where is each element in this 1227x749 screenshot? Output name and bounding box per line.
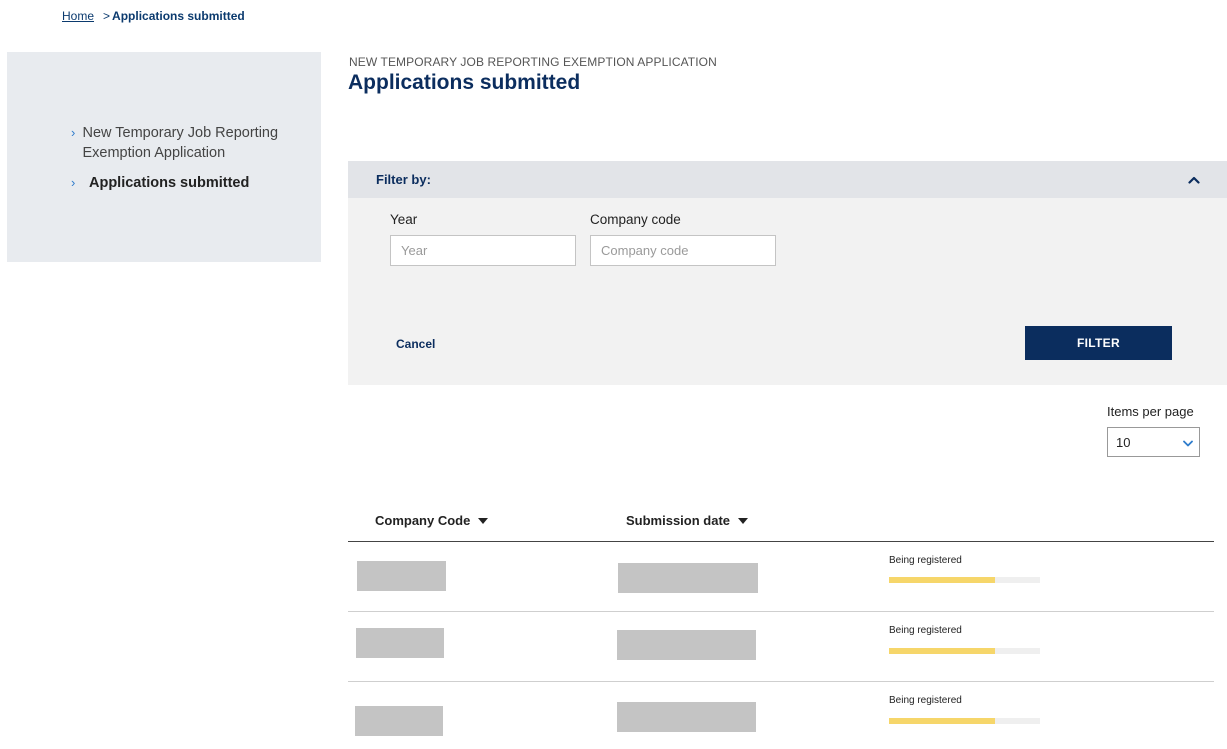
items-per-page-select[interactable]: 10 bbox=[1107, 427, 1200, 457]
sidebar-item-applications-submitted[interactable]: › Applications submitted bbox=[71, 173, 249, 193]
table-row[interactable]: Being registered bbox=[348, 612, 1214, 682]
caret-down-icon bbox=[738, 517, 749, 524]
redacted-company-code bbox=[356, 628, 444, 658]
year-input[interactable] bbox=[390, 235, 576, 266]
chevron-right-icon: › bbox=[71, 125, 76, 140]
year-label: Year bbox=[390, 212, 418, 227]
column-header-submission-date[interactable]: Submission date bbox=[626, 513, 749, 528]
redacted-submission-date bbox=[618, 563, 758, 593]
chevron-right-icon: › bbox=[71, 175, 76, 190]
column-header-company-code[interactable]: Company Code bbox=[375, 513, 489, 528]
status-label: Being registered bbox=[889, 625, 962, 636]
table-row[interactable]: Being registered bbox=[348, 542, 1214, 612]
column-header-label: Submission date bbox=[626, 513, 731, 528]
sidebar: › New Temporary Job Reporting Exemption … bbox=[7, 52, 321, 262]
caret-down-icon bbox=[478, 517, 489, 524]
status-label: Being registered bbox=[889, 695, 962, 706]
status-progress-bar bbox=[889, 718, 1040, 724]
chevron-down-icon bbox=[1183, 435, 1193, 450]
redacted-company-code bbox=[355, 706, 443, 736]
sidebar-item-new-application[interactable]: › New Temporary Job Reporting Exemption … bbox=[71, 123, 301, 163]
filter-title: Filter by: bbox=[376, 172, 431, 187]
redacted-submission-date bbox=[617, 702, 756, 732]
items-per-page-label: Items per page bbox=[1107, 404, 1194, 419]
cancel-button[interactable]: Cancel bbox=[396, 337, 435, 351]
progress-fill bbox=[889, 718, 995, 724]
status-label: Being registered bbox=[889, 555, 962, 566]
company-code-label: Company code bbox=[590, 212, 681, 227]
redacted-company-code bbox=[357, 561, 446, 591]
status-progress-bar bbox=[889, 648, 1040, 654]
breadcrumb: Home > Applications submitted bbox=[62, 9, 245, 23]
chevron-up-icon[interactable] bbox=[1186, 172, 1202, 188]
items-per-page-value: 10 bbox=[1116, 434, 1131, 450]
column-header-label: Company Code bbox=[375, 513, 471, 528]
redacted-submission-date bbox=[617, 630, 756, 660]
page-eyebrow: NEW TEMPORARY JOB REPORTING EXEMPTION AP… bbox=[349, 55, 717, 69]
filter-header[interactable]: Filter by: bbox=[348, 161, 1227, 198]
sidebar-item-label: New Temporary Job Reporting Exemption Ap… bbox=[82, 125, 279, 161]
company-code-input[interactable] bbox=[590, 235, 776, 266]
breadcrumb-separator: > bbox=[103, 9, 111, 23]
progress-fill bbox=[889, 648, 995, 654]
breadcrumb-home-link[interactable]: Home bbox=[62, 9, 94, 23]
table-row[interactable]: Being registered bbox=[348, 682, 1214, 749]
breadcrumb-current: Applications submitted bbox=[112, 9, 245, 23]
progress-fill bbox=[889, 577, 995, 583]
filter-panel: Filter by: Year Company code Cancel FILT… bbox=[348, 161, 1227, 385]
page-title: Applications submitted bbox=[348, 71, 581, 94]
sidebar-item-label: Applications submitted bbox=[89, 175, 250, 191]
status-progress-bar bbox=[889, 577, 1040, 583]
filter-button[interactable]: FILTER bbox=[1025, 326, 1172, 360]
